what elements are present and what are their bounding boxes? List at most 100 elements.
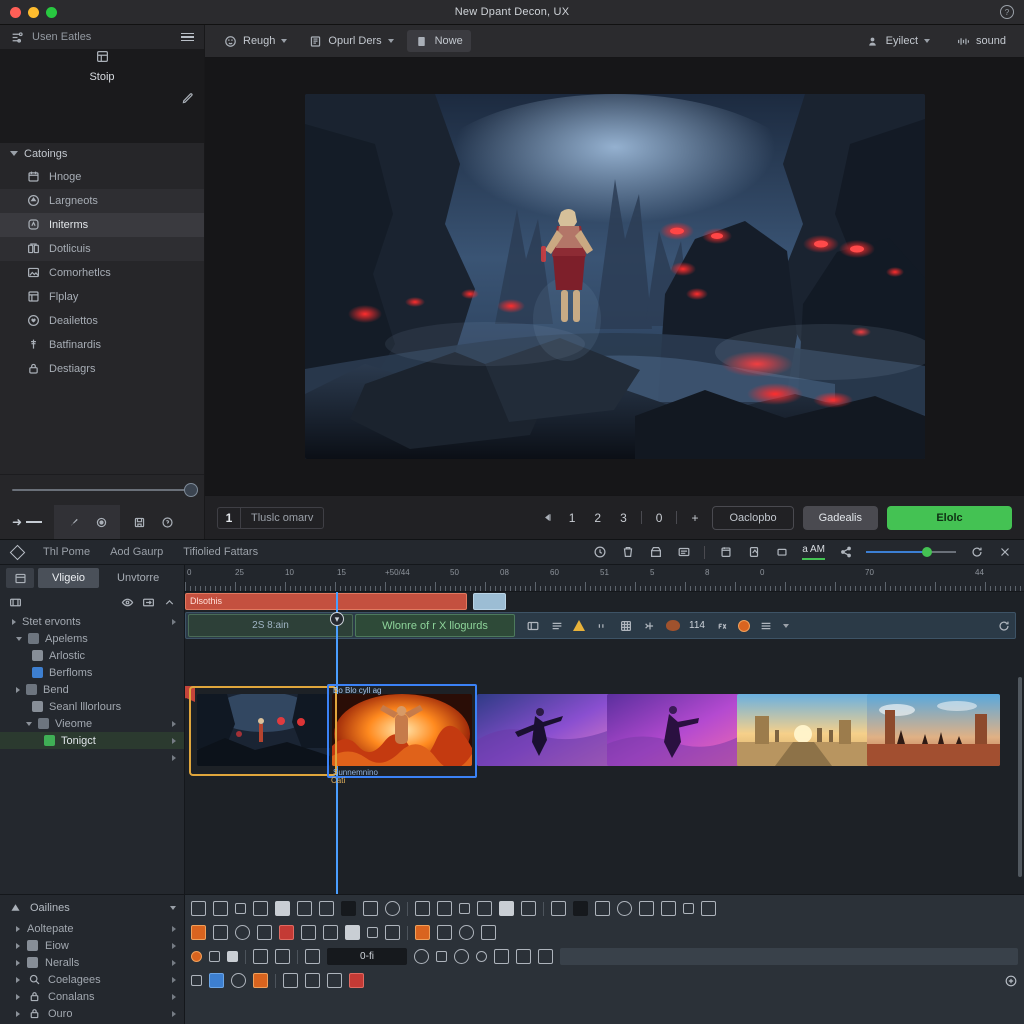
tool-icon[interactable]	[305, 973, 320, 988]
timeline-group-row[interactable]: Stet ervonts	[0, 613, 184, 630]
tool-icon[interactable]	[327, 973, 342, 988]
brush-icon[interactable]	[66, 515, 80, 529]
page-button-1[interactable]: 1	[564, 511, 581, 525]
gradient-icon[interactable]	[209, 973, 224, 988]
tool-icon[interactable]	[319, 901, 334, 916]
dock-item-neralls[interactable]: Neralls	[0, 954, 184, 971]
tool-icon[interactable]	[227, 951, 238, 962]
preview-canvas[interactable]	[304, 94, 925, 459]
tool-icon[interactable]	[253, 949, 268, 964]
export-icon[interactable]	[746, 545, 761, 560]
sidebar-item-largneots[interactable]: Largneots	[0, 188, 204, 213]
toolbar-button-opurl-ders[interactable]: Opurl Ders	[300, 30, 401, 52]
quote-icon[interactable]	[594, 618, 609, 633]
timeline-ruler[interactable]: 0 25 10 15 +50/44 50 08 60 51 5 8 0 70 4…	[185, 565, 1024, 592]
tool-icon[interactable]	[349, 973, 364, 988]
toolbar-button-eyilect[interactable]: Eyilect	[858, 30, 938, 52]
tool-icon[interactable]	[209, 951, 220, 962]
playhead-knob-icon[interactable]: ▾	[330, 612, 344, 626]
tool-icon[interactable]	[551, 901, 566, 916]
chevron-up-icon[interactable]	[162, 595, 176, 609]
tool-icon[interactable]	[595, 901, 610, 916]
sidebar-slider-track[interactable]	[12, 483, 198, 497]
close-icon[interactable]	[997, 545, 1012, 560]
tool-icon[interactable]	[213, 925, 228, 940]
tool-icon[interactable]	[639, 901, 654, 916]
tool-icon[interactable]	[191, 975, 202, 986]
dock-item-coelagees[interactable]: Coelagees	[0, 971, 184, 988]
sidebar-item-comorhetlcs[interactable]: Comorhetlcs	[0, 261, 204, 285]
dock-value-field[interactable]: 0-fi	[327, 948, 407, 965]
dock-item-eiow[interactable]: Eiow	[0, 937, 184, 954]
tool-icon[interactable]	[191, 925, 206, 940]
sidebar-item-destiagrs[interactable]: Destiagrs	[0, 357, 204, 381]
arrow-left-icon[interactable]: ➜	[12, 515, 43, 529]
traffic-lights[interactable]	[0, 6, 57, 18]
tree-item-apelems[interactable]: Apelems	[0, 630, 184, 647]
tool-icon[interactable]	[499, 901, 514, 916]
tool-icon[interactable]	[516, 949, 531, 964]
archive-icon[interactable]	[648, 545, 663, 560]
tool-icon[interactable]	[213, 901, 228, 916]
tool-icon[interactable]	[323, 925, 338, 940]
oaclopbo-button[interactable]: Oaclopbo	[712, 505, 794, 530]
refresh-cw-icon[interactable]	[996, 618, 1011, 633]
dock-header[interactable]: Oailines	[0, 895, 184, 920]
timeline-menu-tifiolied-fattars[interactable]: Tifiolied Fattars	[183, 546, 258, 558]
blob-icon[interactable]	[666, 620, 680, 631]
tool-icon[interactable]	[385, 925, 400, 940]
tool-icon[interactable]	[345, 925, 360, 940]
rect-icon[interactable]	[774, 545, 789, 560]
add-page-button[interactable]: +	[686, 511, 703, 525]
frames-icon[interactable]	[8, 595, 22, 609]
close-window-button[interactable]	[10, 6, 21, 18]
tree-item-tonigct[interactable]: Tonigct	[0, 732, 184, 749]
zoom-knob[interactable]	[922, 547, 932, 557]
image-swap-icon[interactable]	[141, 595, 155, 609]
sidebar-item-dotlicuis[interactable]: Dotlicuis	[0, 236, 204, 261]
tool-icon[interactable]	[257, 925, 272, 940]
tool-icon[interactable]	[279, 925, 294, 940]
orange-circle-icon[interactable]	[191, 951, 202, 962]
toolbar-button-nowe[interactable]: Nowe	[406, 30, 471, 52]
tool-icon[interactable]	[275, 949, 290, 964]
tool-icon[interactable]	[573, 901, 588, 916]
panel-icon[interactable]	[525, 618, 540, 633]
tool-icon[interactable]	[235, 903, 246, 914]
sidebar-item-deailettos[interactable]: Deailettos	[0, 309, 204, 333]
warning-icon[interactable]	[573, 620, 585, 631]
tool-icon[interactable]	[301, 925, 316, 940]
dock-item-conalans[interactable]: Conalans	[0, 988, 184, 1005]
track-name-field[interactable]: 2S 8:ain	[188, 614, 353, 637]
tool-icon[interactable]	[617, 901, 632, 916]
gear-icon[interactable]	[94, 515, 108, 529]
tool-icon[interactable]	[477, 901, 492, 916]
desert-road-thumb[interactable]	[737, 694, 870, 766]
elolc-button[interactable]: Elolc	[887, 505, 1012, 530]
toolbar-button-reugh[interactable]: Reugh	[215, 30, 295, 52]
tree-item-seanl-lllorlours[interactable]: Seanl lllorlours	[0, 698, 184, 715]
tool-icon[interactable]	[436, 951, 447, 962]
dock-corner-icon[interactable]	[1003, 973, 1018, 988]
tool-icon[interactable]	[297, 901, 312, 916]
tool-icon[interactable]	[481, 925, 496, 940]
tool-icon[interactable]	[701, 901, 716, 916]
tool-icon[interactable]	[305, 949, 320, 964]
plus-node-icon[interactable]	[642, 618, 657, 633]
sidebar-item-initerms[interactable]: Initerms	[0, 212, 204, 237]
tab-layout-icon[interactable]	[6, 568, 34, 588]
share-icon[interactable]	[838, 545, 853, 560]
calendar-add-icon[interactable]	[718, 545, 733, 560]
dock-item-aoltepate[interactable]: Aoltepate	[0, 920, 184, 937]
minimize-window-button[interactable]	[28, 6, 39, 18]
sidebar-item-flplay[interactable]: Flplay	[0, 285, 204, 309]
save-icon[interactable]	[132, 515, 146, 529]
tree-item-empty[interactable]	[0, 749, 184, 766]
orange-circle-icon[interactable]	[737, 619, 750, 632]
timeline-tracks[interactable]: 0 25 10 15 +50/44 50 08 60 51 5 8 0 70 4…	[185, 565, 1024, 894]
arrow-back-icon[interactable]	[541, 511, 555, 525]
timeline-vertical-scrollbar[interactable]	[1018, 677, 1022, 877]
tool-icon[interactable]	[437, 901, 452, 916]
dock-item-ouro[interactable]: Ouro	[0, 1005, 184, 1022]
page-zero[interactable]: 0	[651, 511, 668, 525]
